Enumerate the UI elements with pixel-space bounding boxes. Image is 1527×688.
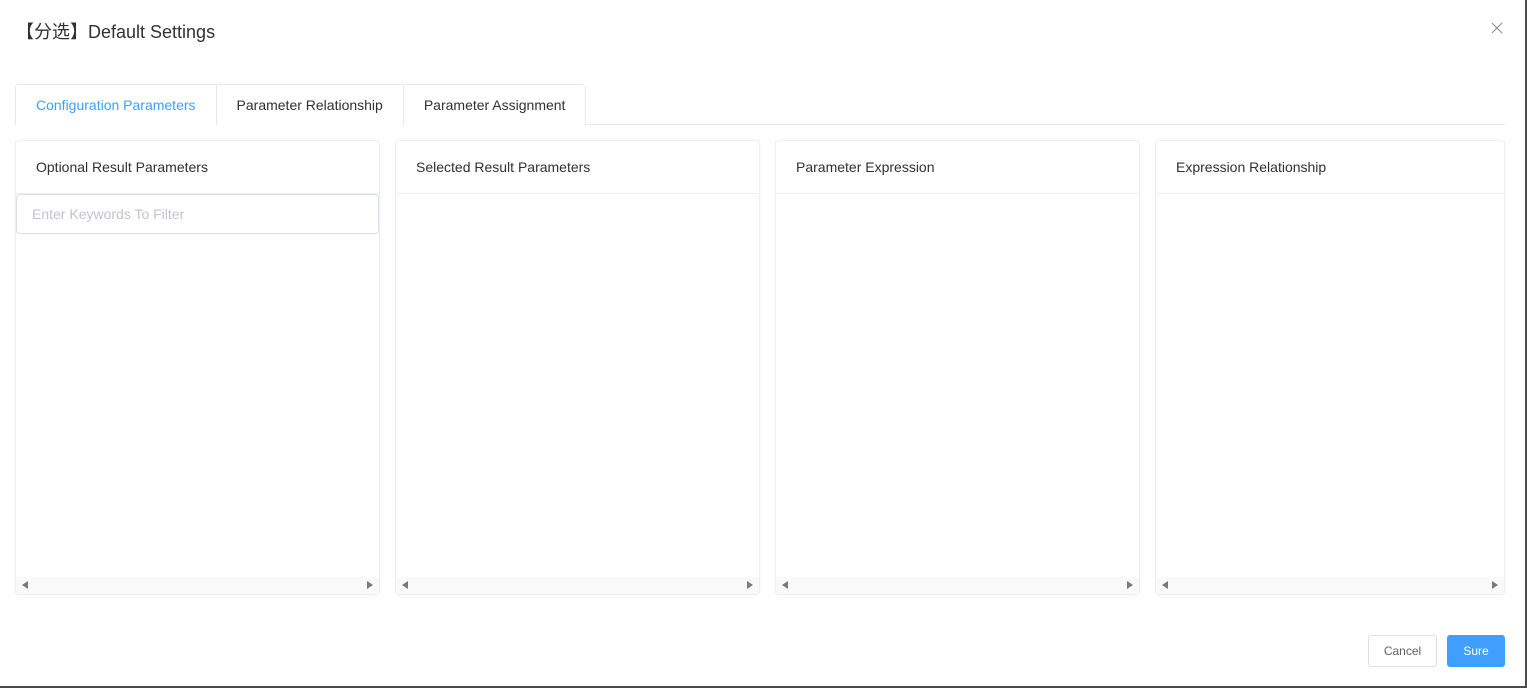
- scroll-left-arrow-icon[interactable]: [782, 581, 788, 589]
- selected-result-parameters-panel: Selected Result Parameters: [395, 140, 760, 595]
- tab-parameter-relationship[interactable]: Parameter Relationship: [215, 85, 403, 125]
- scroll-right-arrow-icon[interactable]: [367, 581, 373, 589]
- horizontal-scrollbar[interactable]: [16, 577, 379, 594]
- scroll-left-arrow-icon[interactable]: [22, 581, 28, 589]
- tab-configuration-parameters[interactable]: Configuration Parameters: [16, 85, 216, 126]
- scroll-left-arrow-icon[interactable]: [1162, 581, 1168, 589]
- scroll-right-arrow-icon[interactable]: [747, 581, 753, 589]
- filter-input[interactable]: [16, 194, 379, 234]
- tab-bar: Configuration Parameters Parameter Relat…: [15, 84, 1505, 126]
- panel-title: Optional Result Parameters: [16, 141, 379, 194]
- sure-button[interactable]: Sure: [1447, 635, 1505, 667]
- tab-parameter-assignment[interactable]: Parameter Assignment: [402, 85, 586, 125]
- default-settings-dialog: 【分选】Default Settings Configuration Param…: [0, 0, 1525, 686]
- scroll-right-arrow-icon[interactable]: [1492, 581, 1498, 589]
- panel-title: Selected Result Parameters: [396, 141, 759, 194]
- horizontal-scrollbar[interactable]: [1156, 577, 1504, 594]
- expression-relationship-panel: Expression Relationship: [1155, 140, 1505, 595]
- cancel-button[interactable]: Cancel: [1368, 635, 1437, 667]
- tab-list: Configuration Parameters Parameter Relat…: [15, 84, 587, 126]
- optional-result-parameters-panel: Optional Result Parameters: [15, 140, 380, 595]
- horizontal-scrollbar[interactable]: [776, 577, 1139, 594]
- panel-title: Parameter Expression: [776, 141, 1139, 194]
- dialog-title: 【分选】Default Settings: [16, 22, 216, 42]
- panel-title: Expression Relationship: [1156, 141, 1504, 194]
- close-icon[interactable]: [1489, 20, 1505, 36]
- parameter-expression-panel: Parameter Expression: [775, 140, 1140, 595]
- scroll-left-arrow-icon[interactable]: [402, 581, 408, 589]
- horizontal-scrollbar[interactable]: [396, 577, 759, 594]
- scroll-right-arrow-icon[interactable]: [1127, 581, 1133, 589]
